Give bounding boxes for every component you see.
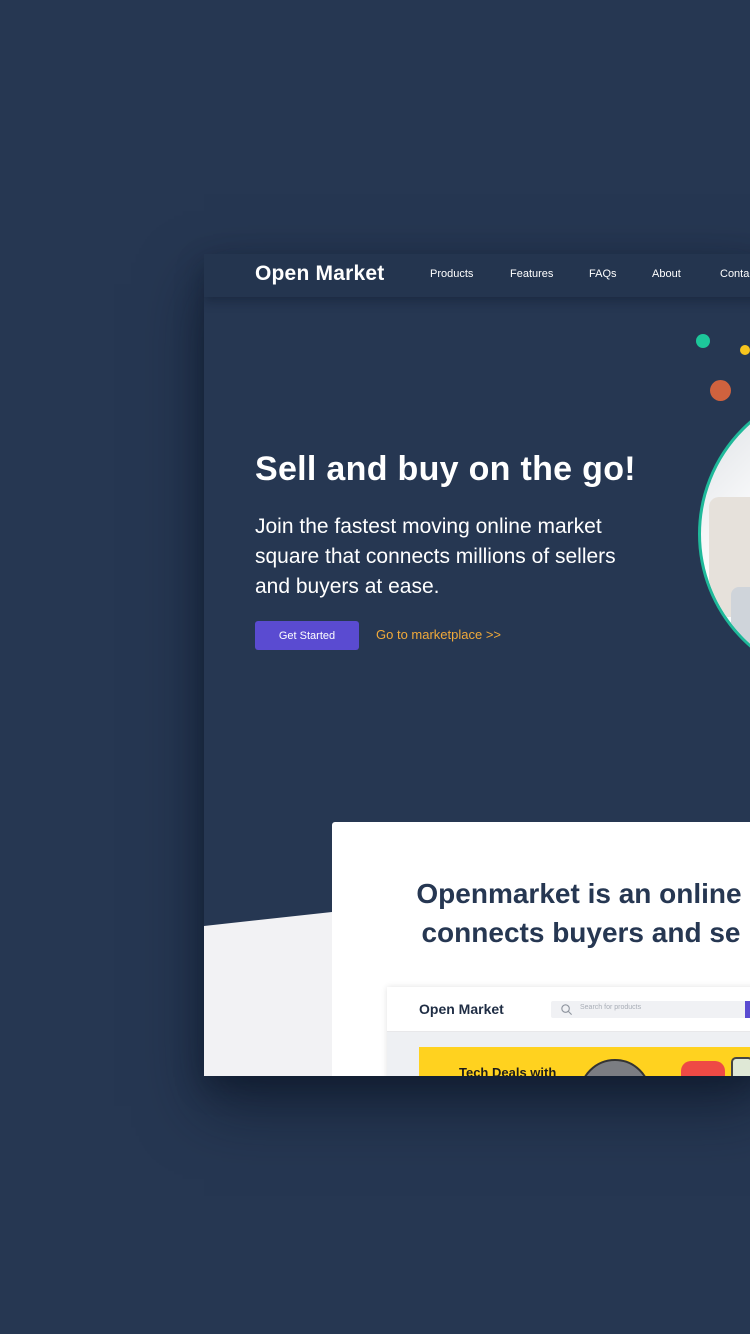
nav-contact[interactable]: Conta	[720, 268, 749, 280]
search-icon	[561, 1004, 573, 1016]
preview-search-bar: Search for products	[551, 1001, 750, 1018]
nav-products[interactable]: Products	[430, 268, 473, 280]
get-started-button[interactable]: Get Started	[255, 621, 359, 650]
section-heading-line2: connects buyers and se	[421, 917, 741, 948]
marketplace-preview: Open Market Search for products Tech Dea…	[387, 987, 750, 1076]
decor-dot-orange	[710, 380, 731, 401]
decor-dot-green	[696, 334, 710, 348]
preview-search-placeholder: Search for products	[580, 1004, 642, 1011]
intro-card: Openmarket is an online connects buyers …	[332, 822, 750, 1076]
decor-dot-yellow	[740, 345, 750, 355]
preview-banner-text: Tech Deals with	[459, 1065, 557, 1076]
website-mockup: Open Market Products Features FAQs About…	[204, 254, 750, 1076]
preview-content: Tech Deals with	[387, 1032, 750, 1076]
hero-image-detail	[731, 587, 750, 657]
nav-faqs[interactable]: FAQs	[589, 268, 617, 280]
brand-logo[interactable]: Open Market	[255, 262, 384, 286]
stage: Open Market Products Features FAQs About…	[0, 0, 750, 1334]
section-heading-line1: Openmarket is an online	[416, 878, 742, 909]
preview-search-button	[745, 1001, 750, 1018]
preview-brand: Open Market	[419, 1001, 504, 1017]
go-to-marketplace-link[interactable]: Go to marketplace >>	[376, 627, 501, 642]
top-navbar: Open Market Products Features FAQs About…	[204, 254, 750, 297]
hero-title: Sell and buy on the go!	[255, 450, 636, 488]
hero-image	[698, 384, 750, 684]
preview-header: Open Market Search for products	[387, 987, 750, 1032]
nav-about[interactable]: About	[652, 268, 681, 280]
preview-promo-banner: Tech Deals with	[419, 1047, 750, 1076]
section-heading: Openmarket is an online connects buyers …	[332, 874, 750, 952]
product-phone-green-image	[731, 1057, 750, 1076]
nav-features[interactable]: Features	[510, 268, 553, 280]
hero-subtitle: Join the fastest moving online market sq…	[255, 515, 616, 598]
product-phone-red-image	[681, 1061, 725, 1076]
product-speaker-image	[579, 1059, 651, 1076]
